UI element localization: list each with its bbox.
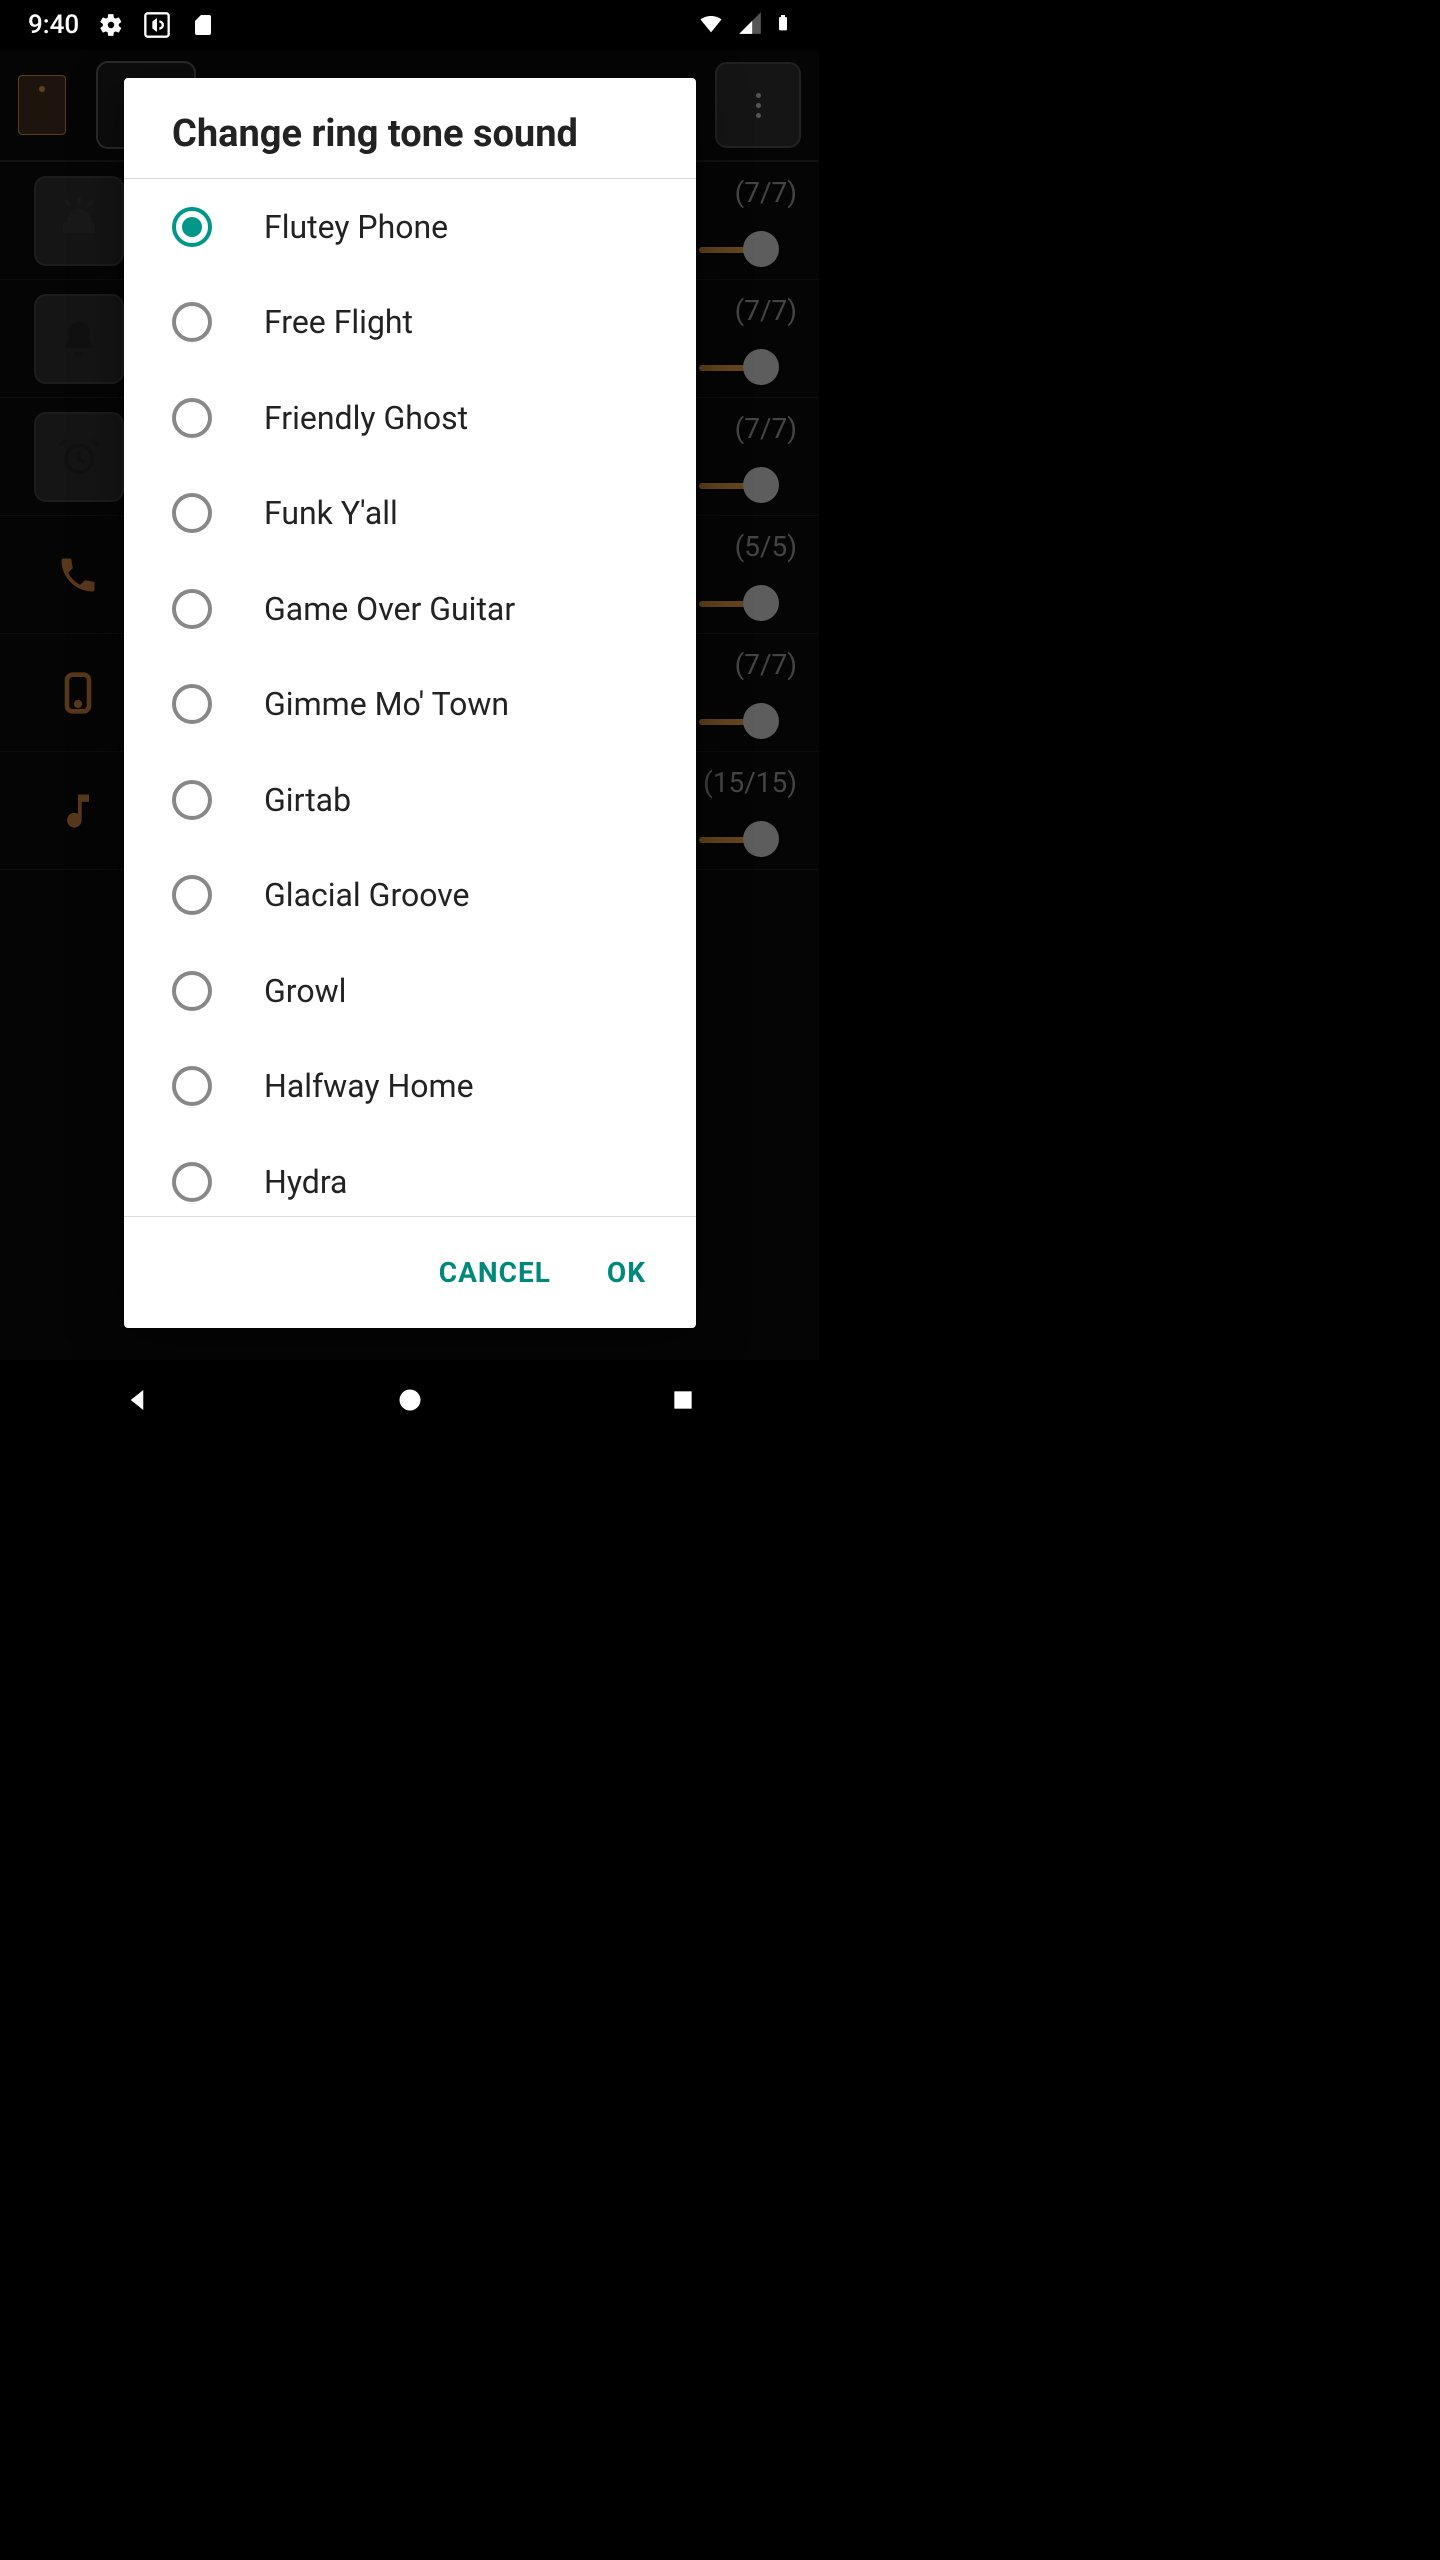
radio-icon[interactable] [172, 684, 212, 724]
ringtone-option[interactable]: Girtab [124, 752, 696, 848]
sd-card-icon [189, 11, 217, 39]
radio-icon[interactable] [172, 207, 212, 247]
ringtone-option-label: Game Over Guitar [264, 590, 515, 628]
ringtone-option[interactable]: Funk Y'all [124, 466, 696, 562]
ringtone-option[interactable]: Flutey Phone [124, 179, 696, 275]
ringtone-option-label: Free Flight [264, 303, 413, 341]
ringtone-option-label: Girtab [264, 781, 351, 819]
ringtone-option[interactable]: Halfway Home [124, 1039, 696, 1135]
signal-icon [737, 10, 763, 40]
radio-icon[interactable] [172, 302, 212, 342]
battery-icon [775, 9, 791, 41]
ringtone-option[interactable]: Friendly Ghost [124, 370, 696, 466]
wifi-icon [697, 9, 725, 41]
ringtone-option[interactable]: Free Flight [124, 275, 696, 371]
ringtone-option-label: Growl [264, 972, 346, 1010]
radio-icon[interactable] [172, 493, 212, 533]
status-bar: 9:40 [0, 0, 819, 50]
ringtone-option[interactable]: Game Over Guitar [124, 561, 696, 657]
recents-icon[interactable] [666, 1383, 700, 1417]
radio-icon[interactable] [172, 1162, 212, 1202]
home-icon[interactable] [393, 1383, 427, 1417]
ringtone-option-list[interactable]: Flutey Phone Free Flight Friendly Ghost Fun… [124, 179, 696, 1216]
ok-button[interactable]: OK [607, 1256, 646, 1289]
radio-icon[interactable] [172, 589, 212, 629]
ringtone-option-label: Glacial Groove [264, 876, 470, 914]
radio-icon[interactable] [172, 1066, 212, 1106]
ringtone-option[interactable]: Gimme Mo' Town [124, 657, 696, 753]
ringtone-option-label: Hydra [264, 1163, 347, 1201]
radio-icon[interactable] [172, 780, 212, 820]
dialog-title: Change ring tone sound [124, 78, 696, 178]
status-right-group [697, 9, 791, 41]
ringtone-option[interactable]: Hydra [124, 1134, 696, 1216]
ringtone-option-label: Friendly Ghost [264, 399, 468, 437]
radio-icon[interactable] [172, 875, 212, 915]
android-navbar [0, 1360, 819, 1440]
ringtone-option[interactable]: Growl [124, 943, 696, 1039]
status-time: 9:40 [28, 10, 79, 40]
ringtone-option[interactable]: Glacial Groove [124, 848, 696, 944]
ringtone-option-label: Funk Y'all [264, 494, 398, 532]
radio-icon[interactable] [172, 398, 212, 438]
dialog-footer: CANCEL OK [124, 1216, 696, 1328]
status-left-group: 9:40 [28, 10, 217, 40]
back-icon[interactable] [120, 1383, 154, 1417]
radio-icon[interactable] [172, 971, 212, 1011]
ringtone-option-label: Flutey Phone [264, 208, 448, 246]
cancel-button[interactable]: CANCEL [439, 1256, 551, 1289]
volume-icon [143, 11, 171, 39]
ringtone-dialog: Change ring tone sound Flutey Phone Free … [124, 78, 696, 1328]
gear-icon [97, 11, 125, 39]
ringtone-option-label: Halfway Home [264, 1067, 474, 1105]
ringtone-option-label: Gimme Mo' Town [264, 685, 509, 723]
